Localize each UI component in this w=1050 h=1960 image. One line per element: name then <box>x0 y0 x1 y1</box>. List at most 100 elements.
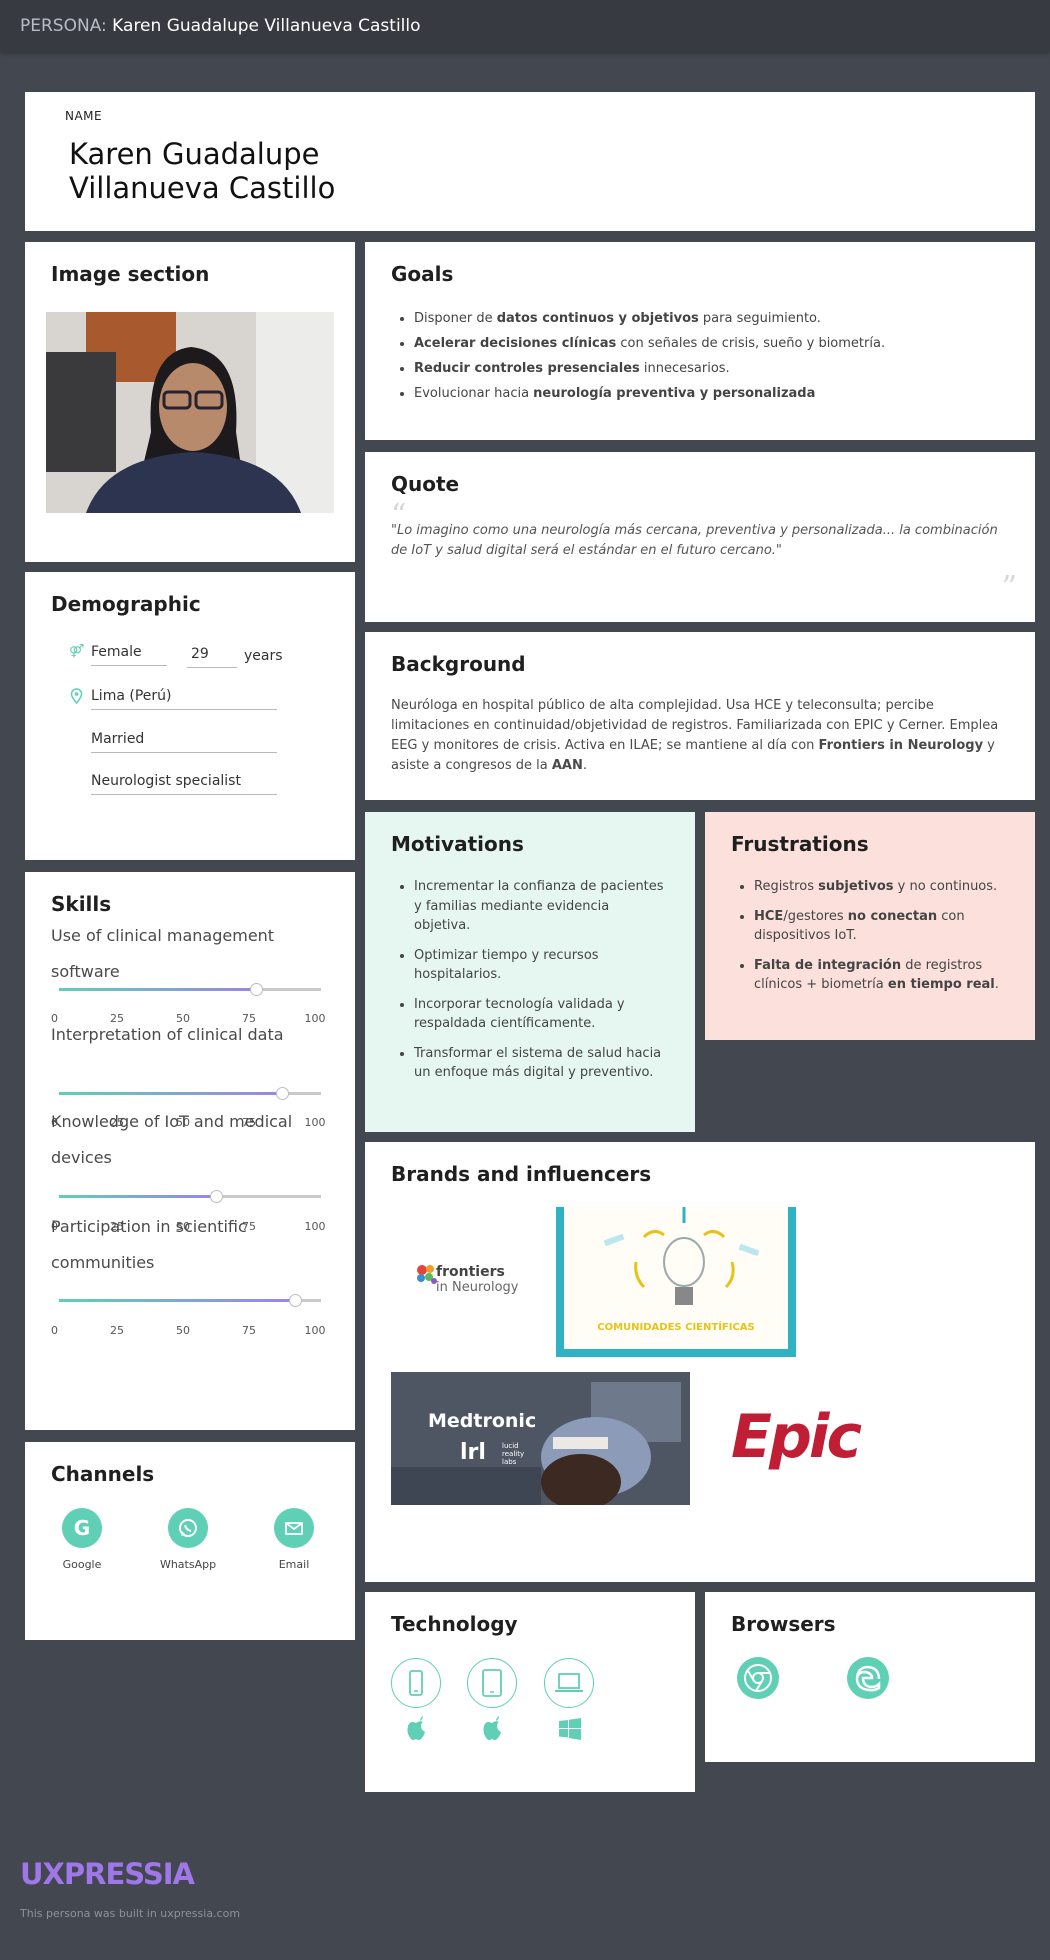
lucid-reality-text: lucid reality labs <box>502 1442 525 1466</box>
name-line-1: Karen Guadalupe <box>69 137 320 171</box>
age-unit: years <box>244 648 283 664</box>
demographic-card: Demographic ⚤ Female 29 years Lima (Perú… <box>25 572 355 860</box>
skill-slider-fill <box>59 988 256 991</box>
skills-card: Skills Use of clinical management softwa… <box>25 872 355 1430</box>
age-field[interactable]: 29 <box>187 646 237 668</box>
occupation-field[interactable]: Neurologist specialist <box>91 773 277 795</box>
name-line-2: Villanueva Castillo <box>69 171 336 205</box>
name-card: NAME Karen Guadalupe Villanueva Castillo <box>25 92 1035 231</box>
skill-slider-handle[interactable] <box>288 1294 302 1307</box>
skill-slider-handle[interactable] <box>249 983 263 996</box>
background-text: Neuróloga en hospital público de alta co… <box>391 698 999 773</box>
frontiers-subtext: in Neurology <box>436 1280 519 1295</box>
channel-whatsapp[interactable]: WhatsApp <box>148 1508 228 1571</box>
skill-scale-tick: 100 <box>304 1324 326 1337</box>
skill-scale-tick: 50 <box>176 1324 190 1337</box>
motivation-item: Transformar el sistema de salud hacia un… <box>414 1044 669 1083</box>
image-section-title: Image section <box>51 262 210 286</box>
frustration-item: Registros subjetivos y no continuos. <box>754 877 1012 897</box>
motivations-title: Motivations <box>391 832 524 856</box>
google-icon: G <box>62 1508 102 1548</box>
gender-icon: ⚤ <box>69 644 85 659</box>
brands-title: Brands and influencers <box>391 1162 652 1186</box>
comunidades-text: COMUNIDADES CIENTÍFICAS <box>597 1322 755 1333</box>
frontiers-text: frontiers <box>436 1264 505 1280</box>
skill-label: Knowledge of IoT and medical devices <box>51 1112 293 1167</box>
browsers-title: Browsers <box>731 1612 836 1636</box>
quote-title: Quote <box>391 472 460 496</box>
name-label: NAME <box>65 109 103 123</box>
image-section-card: Image section <box>25 242 355 562</box>
motivation-item: Incorporar tecnología validada y respald… <box>414 995 669 1034</box>
medtronic-image: Medtronic lrl lucid reality labs <box>391 1372 690 1505</box>
skill-slider[interactable] <box>59 1190 321 1203</box>
background-title: Background <box>391 652 526 676</box>
skill-slider[interactable] <box>59 1294 321 1307</box>
goal-item: Reducir controles presenciales innecesar… <box>414 356 1014 381</box>
motivation-item: Incrementar la confianza de pacientes y … <box>414 877 669 936</box>
quote-card: Quote “ "Lo imagino como una neurología … <box>365 452 1035 622</box>
edge-icon <box>847 1657 889 1699</box>
top-bar: PERSONA: Karen Guadalupe Villanueva Cast… <box>0 0 1050 52</box>
browsers-card: Browsers <box>705 1592 1035 1762</box>
apple-icon <box>405 1715 427 1745</box>
skill-slider-handle[interactable] <box>275 1087 289 1100</box>
demographic-title: Demographic <box>51 592 201 616</box>
channel-email-label: Email <box>278 1558 310 1571</box>
goal-item: Acelerar decisiones clínicas con señales… <box>414 331 1014 356</box>
goals-list: Disponer de datos continuos y objetivos … <box>394 306 1014 406</box>
skill-scale-tick: 75 <box>242 1324 256 1337</box>
goal-item: Evolucionar hacia neurología preventiva … <box>414 381 1014 406</box>
persona-name: Karen Guadalupe Villanueva Castillo <box>112 16 421 36</box>
goal-item: Disponer de datos continuos y objetivos … <box>414 306 1014 331</box>
marital-status-field[interactable]: Married <box>91 731 277 753</box>
frustrations-title: Frustrations <box>731 832 869 856</box>
windows-icon <box>558 1717 582 1745</box>
channel-email[interactable]: Email <box>254 1508 334 1571</box>
frustrations-list: Registros subjetivos y no continuos. HCE… <box>734 877 1012 995</box>
channels-title: Channels <box>51 1462 155 1486</box>
frustration-item: Falta de integración de registros clínic… <box>754 956 1012 995</box>
motivation-item: Optimizar tiempo y recursos hospitalario… <box>414 946 669 985</box>
whatsapp-icon <box>168 1508 208 1548</box>
skill-scale-tick: 25 <box>110 1324 124 1337</box>
goals-card: Goals Disponer de datos continuos y obje… <box>365 242 1035 440</box>
quote-text: "Lo imagino como una neurología más cerc… <box>391 523 998 558</box>
chrome-icon <box>737 1657 779 1699</box>
motivations-list: Incrementar la confianza de pacientes y … <box>394 877 669 1083</box>
skills-title: Skills <box>51 892 112 916</box>
technology-card: Technology <box>365 1592 695 1792</box>
lucid-reality-logo: lrl lucid reality labs <box>460 1440 524 1466</box>
skill-slider-handle[interactable] <box>210 1190 224 1203</box>
skill-slider-fill <box>59 1092 282 1095</box>
brands-card: Brands and influencers frontiers in Neur… <box>365 1142 1035 1582</box>
channels-card: Channels G Google WhatsApp Email <box>25 1442 355 1640</box>
gender-field[interactable]: Female <box>91 644 167 666</box>
skill-slider-fill <box>59 1299 295 1302</box>
skill-label: Participation in scientific communities <box>51 1217 247 1272</box>
channel-whatsapp-label: WhatsApp <box>159 1558 217 1571</box>
channel-google[interactable]: G Google <box>42 1508 122 1571</box>
name-value: Karen Guadalupe Villanueva Castillo <box>69 137 335 205</box>
uxpressia-logo[interactable]: UXPRESSIA <box>20 1857 195 1891</box>
close-quote-icon: ” <box>1001 570 1017 605</box>
epic-logo: Epic <box>731 1402 862 1472</box>
technology-title: Technology <box>391 1612 518 1636</box>
channel-google-label: Google <box>62 1558 102 1571</box>
motivations-card: Motivations Incrementar la confianza de … <box>365 812 695 1132</box>
frustrations-card: Frustrations Registros subjetivos y no c… <box>705 812 1035 1040</box>
skill-label: Use of clinical management software <box>51 926 275 981</box>
laptop-icon <box>544 1658 594 1708</box>
persona-photo <box>46 312 334 513</box>
location-field[interactable]: Lima (Perú) <box>91 688 277 710</box>
skill-scale-tick: 0 <box>51 1324 58 1337</box>
email-icon <box>274 1508 314 1548</box>
background-card: Background Neuróloga en hospital público… <box>365 632 1035 800</box>
skill-slider-fill <box>59 1195 217 1198</box>
smartphone-icon <box>391 1658 441 1708</box>
skill-slider[interactable] <box>59 983 321 996</box>
location-pin-icon <box>70 688 83 708</box>
apple-icon <box>481 1715 503 1745</box>
skill-slider[interactable] <box>59 1087 321 1100</box>
footer-note: This persona was built in uxpressia.com <box>20 1907 241 1920</box>
